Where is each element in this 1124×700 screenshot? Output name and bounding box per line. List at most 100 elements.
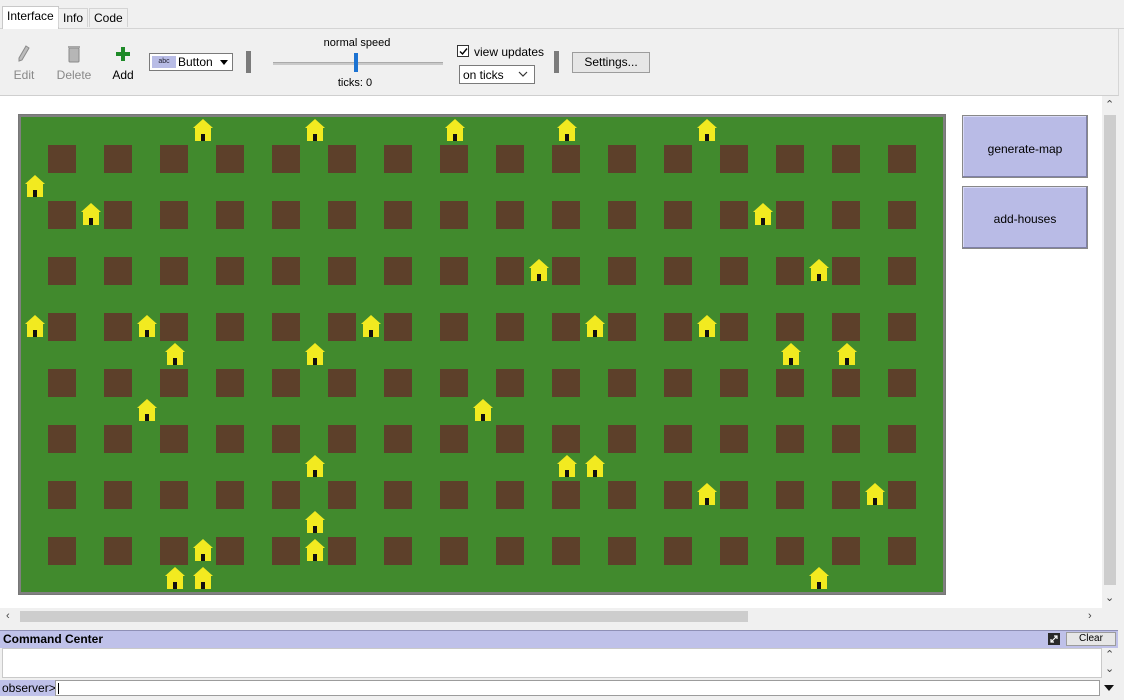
command-history-dropdown[interactable] [1100, 680, 1118, 696]
house-icon [304, 454, 326, 478]
speed-slider-thumb[interactable] [354, 53, 358, 72]
generate-map-button[interactable]: generate-map [962, 115, 1088, 178]
land-plot [608, 201, 636, 229]
speed-slider[interactable] [273, 62, 443, 65]
land-plot [328, 145, 356, 173]
land-plot [608, 369, 636, 397]
land-plot [48, 369, 76, 397]
land-plot [496, 369, 524, 397]
land-plot [776, 201, 804, 229]
land-plot [384, 145, 412, 173]
house-icon [360, 314, 382, 338]
land-plot [720, 537, 748, 565]
land-plot [888, 537, 916, 565]
horizontal-scrollbar[interactable]: ‹ › [0, 608, 1102, 624]
land-plot [216, 369, 244, 397]
land-plot [48, 257, 76, 285]
land-plot [776, 145, 804, 173]
house-icon [304, 510, 326, 534]
land-plot [272, 201, 300, 229]
scrollbar-thumb[interactable] [1104, 115, 1116, 585]
land-plot [552, 201, 580, 229]
delete-button[interactable]: Delete [54, 45, 94, 82]
toolbar-separator [554, 51, 559, 73]
land-plot [328, 537, 356, 565]
land-plot [104, 425, 132, 453]
land-plot [552, 537, 580, 565]
land-plot [440, 369, 468, 397]
expand-icon[interactable] [1048, 633, 1060, 645]
land-plot [216, 257, 244, 285]
land-plot [496, 145, 524, 173]
widget-type-select[interactable]: abc Button [149, 53, 233, 71]
scroll-right-icon[interactable]: › [1088, 610, 1092, 622]
land-plot [216, 537, 244, 565]
land-plot [48, 201, 76, 229]
scroll-up-icon[interactable]: ⌃ [1105, 99, 1114, 111]
tab-strip: Interface Info Code [0, 6, 1124, 29]
house-icon [780, 342, 802, 366]
settings-button[interactable]: Settings... [572, 52, 650, 73]
widget-type-value: Button [178, 55, 213, 69]
land-plot [160, 201, 188, 229]
clear-button[interactable]: Clear [1066, 632, 1116, 646]
land-plot [160, 537, 188, 565]
command-output [2, 648, 1102, 678]
land-plot [496, 425, 524, 453]
land-plot [272, 481, 300, 509]
land-plot [328, 481, 356, 509]
land-plot [776, 369, 804, 397]
add-button[interactable]: Add [103, 45, 143, 82]
land-plot [608, 145, 636, 173]
scroll-down-icon[interactable]: ⌄ [1105, 663, 1114, 675]
house-icon [472, 398, 494, 422]
checkmark-icon [459, 48, 468, 56]
scroll-up-icon[interactable]: ⌃ [1105, 649, 1114, 661]
house-icon [192, 566, 214, 590]
add-houses-button[interactable]: add-houses [962, 186, 1088, 249]
land-plot [832, 425, 860, 453]
edit-button[interactable]: Edit [4, 45, 44, 82]
house-icon [808, 258, 830, 282]
view-updates-checkbox[interactable] [457, 45, 469, 57]
land-plot [328, 313, 356, 341]
land-plot [48, 425, 76, 453]
land-plot [664, 313, 692, 341]
land-plot [216, 425, 244, 453]
house-icon [444, 118, 466, 142]
land-plot [552, 369, 580, 397]
vertical-scrollbar[interactable]: ⌃ ⌄ [1102, 96, 1118, 608]
world-view[interactable] [21, 117, 943, 592]
house-icon [696, 482, 718, 506]
tab-info[interactable]: Info [58, 8, 89, 27]
land-plot [608, 537, 636, 565]
house-icon [164, 566, 186, 590]
land-plot [48, 145, 76, 173]
land-plot [104, 257, 132, 285]
tab-interface[interactable]: Interface [2, 6, 59, 29]
land-plot [384, 369, 412, 397]
command-output-scrollbar[interactable]: ⌃ ⌄ [1102, 648, 1118, 678]
land-plot [888, 313, 916, 341]
house-icon [136, 398, 158, 422]
land-plot [832, 537, 860, 565]
house-icon [164, 342, 186, 366]
land-plot [328, 369, 356, 397]
scrollbar-thumb[interactable] [20, 611, 748, 622]
land-plot [664, 369, 692, 397]
scroll-left-icon[interactable]: ‹ [6, 610, 10, 622]
agent-type-prompt[interactable]: observer> [0, 680, 56, 696]
land-plot [440, 425, 468, 453]
house-icon [696, 314, 718, 338]
update-mode-select[interactable]: on ticks [459, 65, 535, 84]
command-input[interactable] [55, 680, 1100, 696]
house-icon [836, 342, 858, 366]
land-plot [776, 425, 804, 453]
scroll-down-icon[interactable]: ⌄ [1105, 592, 1114, 604]
land-plot [328, 425, 356, 453]
land-plot [496, 537, 524, 565]
land-plot [664, 201, 692, 229]
land-plot [272, 369, 300, 397]
tab-code[interactable]: Code [89, 8, 128, 27]
interface-toolbar: Edit Delete Add abc Button normal speed … [0, 29, 1119, 96]
